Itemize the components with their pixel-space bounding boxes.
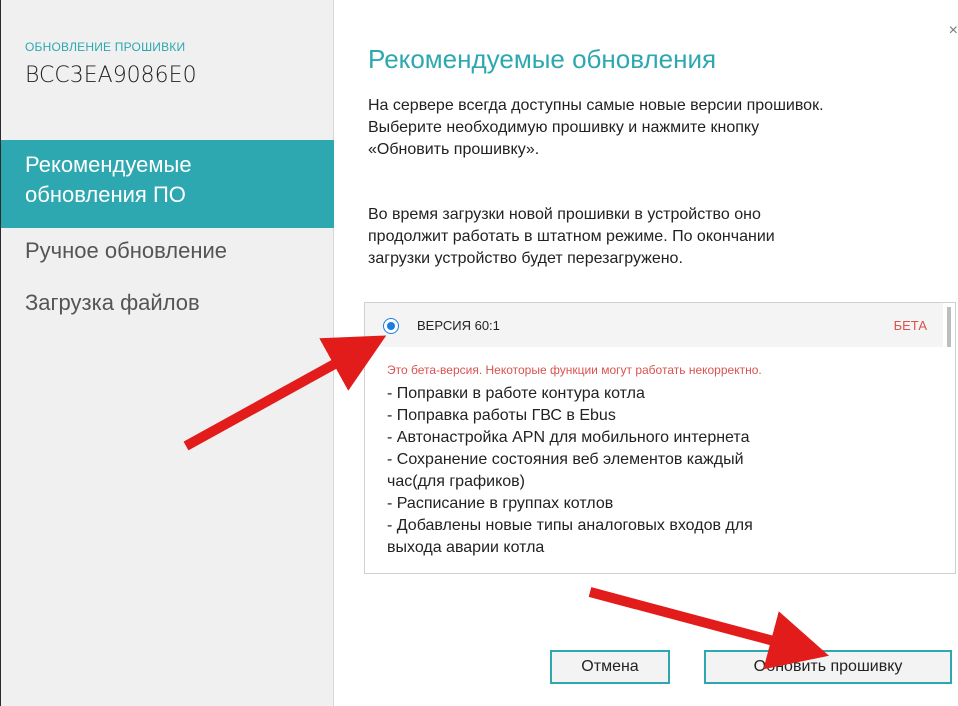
annotation-arrows <box>183 335 829 670</box>
arrow-to-update-button <box>588 587 829 670</box>
arrow-to-version <box>183 335 387 451</box>
